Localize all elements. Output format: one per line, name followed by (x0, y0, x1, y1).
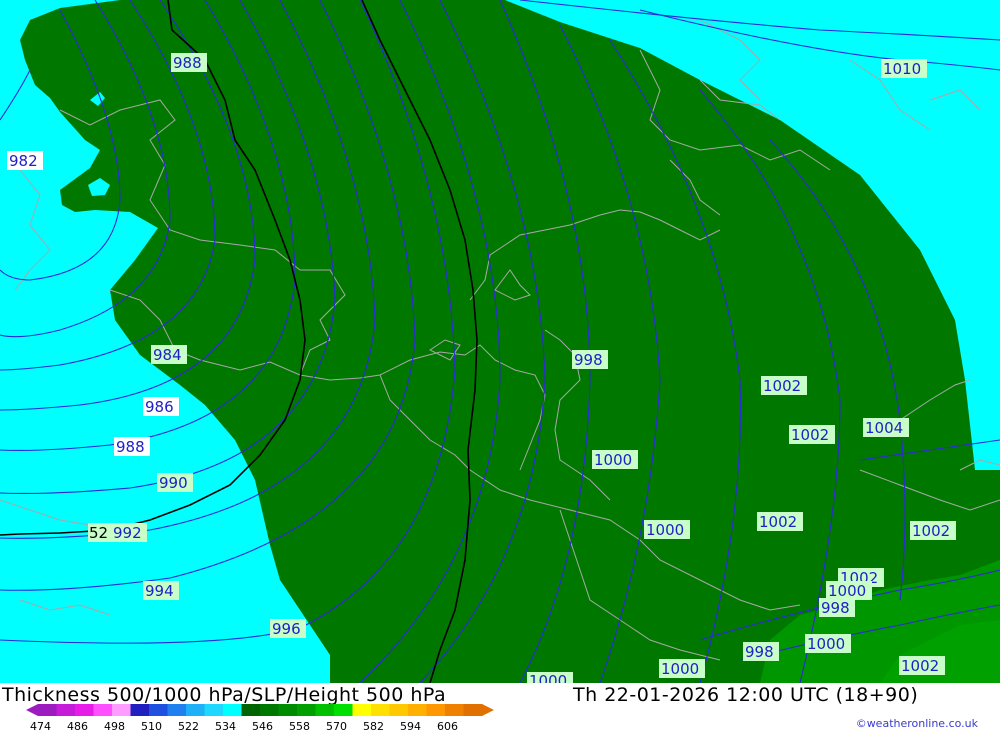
scale-tick-label: 498 (104, 720, 125, 733)
isobar-label: 982 (7, 151, 43, 170)
svg-text:990: 990 (159, 474, 188, 492)
svg-text:1002: 1002 (791, 426, 829, 444)
scale-tick-label: 570 (326, 720, 347, 733)
scale-swatch (408, 704, 427, 716)
scale-tick-label: 486 (67, 720, 88, 733)
scale-swatch (463, 704, 483, 716)
scale-swatch (315, 704, 335, 716)
isobar-label: 984 (151, 345, 187, 364)
isobar-label: 1000 (644, 520, 690, 539)
isobar-label: 1004 (863, 418, 909, 437)
svg-text:984: 984 (153, 346, 182, 364)
isobar-label: 1000 (592, 450, 638, 469)
isobar-label: 1002 (910, 521, 956, 540)
isobar-label: 1000 (659, 659, 705, 678)
scale-swatch (38, 704, 57, 716)
svg-text:1002: 1002 (912, 522, 950, 540)
isobar-label: 1000 (805, 634, 851, 653)
valid-time: Th 22-01-2026 12:00 UTC (18+90) (573, 684, 919, 706)
isobar-label: 1002 (761, 376, 807, 395)
svg-text:994: 994 (145, 582, 174, 600)
scale-swatch (75, 704, 94, 716)
svg-text:1004: 1004 (865, 419, 903, 437)
svg-text:1000: 1000 (594, 451, 632, 469)
map-footer: Thickness 500/1000 hPa/SLP/Height 500 hP… (0, 683, 1000, 733)
svg-text:1000: 1000 (828, 582, 866, 600)
svg-text:986: 986 (145, 398, 174, 416)
isobar-label: 1000 (527, 672, 573, 683)
isobar-label: 1002 (789, 425, 835, 444)
scale-swatch (389, 704, 409, 716)
svg-text:998: 998 (574, 351, 603, 369)
color-scale: 474 486 498 510 522 534 546 558 570 582 594 606 (26, 704, 494, 733)
scale-swatch (278, 704, 298, 716)
isobar-label: 990 (157, 473, 193, 492)
scale-arrow-right (482, 704, 494, 716)
scale-tick-label: 594 (400, 720, 421, 733)
svg-text:996: 996 (272, 620, 301, 638)
scale-tick-label: 474 (30, 720, 51, 733)
scale-swatch (149, 704, 168, 716)
svg-text:992: 992 (113, 524, 142, 542)
scale-tick-label: 510 (141, 720, 162, 733)
svg-text:1002: 1002 (901, 657, 939, 675)
scale-swatch (186, 704, 205, 716)
scale-tick-label: 606 (437, 720, 458, 733)
scale-swatch (223, 704, 242, 716)
svg-text:1000: 1000 (646, 521, 684, 539)
weather-map: 988 1010 982 984 986 988 990 992 52 994 … (0, 0, 1000, 683)
scale-swatch (130, 704, 150, 716)
isobar-label: 998 (572, 350, 608, 369)
svg-text:1010: 1010 (883, 60, 921, 78)
scale-swatch (93, 704, 113, 716)
svg-text:982: 982 (9, 152, 38, 170)
svg-text:1000: 1000 (529, 672, 567, 683)
isobar-label: 1000 (826, 581, 872, 600)
scale-tick-label: 558 (289, 720, 310, 733)
isobar-label: 1002 (757, 512, 803, 531)
scale-swatch (204, 704, 224, 716)
svg-text:1002: 1002 (759, 513, 797, 531)
scale-tick-label: 522 (178, 720, 199, 733)
height-label: 52 (88, 523, 113, 542)
scale-swatch (352, 704, 372, 716)
scale-tick-label: 582 (363, 720, 384, 733)
svg-text:988: 988 (173, 54, 202, 72)
svg-text:998: 998 (745, 643, 774, 661)
isobar-label: 998 (819, 598, 855, 617)
svg-text:998: 998 (821, 599, 850, 617)
isobar-label: 1010 (881, 59, 927, 78)
isobar-label: 988 (114, 437, 150, 456)
scale-swatch (167, 704, 187, 716)
scale-swatch (56, 704, 76, 716)
scale-arrow-left (26, 704, 38, 716)
isobar-label: 1002 (899, 656, 945, 675)
scale-tick-label: 546 (252, 720, 273, 733)
scale-swatch (112, 704, 131, 716)
scale-swatch (297, 704, 316, 716)
scale-swatch (445, 704, 464, 716)
isobar-label: 986 (143, 397, 179, 416)
isobar-label: 994 (143, 581, 179, 600)
svg-text:52: 52 (89, 524, 108, 542)
svg-text:1000: 1000 (807, 635, 845, 653)
scale-tick-label: 534 (215, 720, 236, 733)
svg-text:988: 988 (116, 438, 145, 456)
svg-text:1000: 1000 (661, 660, 699, 678)
isobar-label: 988 (171, 53, 207, 72)
isobar-label: 998 (743, 642, 779, 661)
scale-swatch (241, 704, 261, 716)
scale-swatch (334, 704, 353, 716)
credit: ©weatheronline.co.uk (855, 717, 978, 730)
scale-swatch (371, 704, 390, 716)
svg-text:1002: 1002 (763, 377, 801, 395)
isobar-label: 992 (111, 523, 147, 542)
scale-swatch (426, 704, 446, 716)
isobar-label: 996 (270, 619, 306, 638)
scale-swatch (260, 704, 279, 716)
